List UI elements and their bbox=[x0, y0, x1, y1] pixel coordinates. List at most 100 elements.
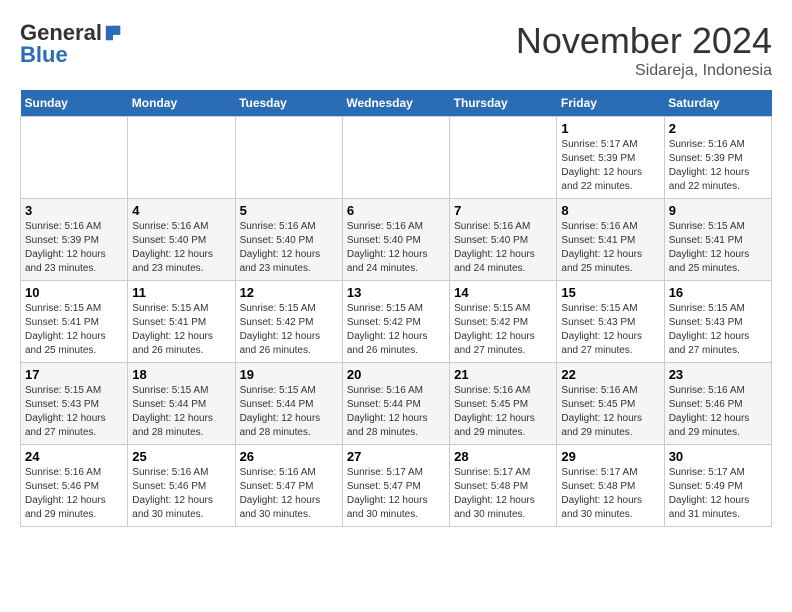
calendar-cell bbox=[235, 117, 342, 199]
calendar-cell: 12 Sunrise: 5:15 AM Sunset: 5:42 PM Dayli… bbox=[235, 281, 342, 363]
day-number: 9 bbox=[669, 203, 767, 218]
day-header-monday: Monday bbox=[128, 90, 235, 117]
calendar-cell: 21 Sunrise: 5:16 AM Sunset: 5:45 PM Dayli… bbox=[450, 363, 557, 445]
day-info: Sunrise: 5:17 AM Sunset: 5:39 PM Dayligh… bbox=[561, 138, 659, 194]
calendar-cell bbox=[342, 117, 449, 199]
day-number: 19 bbox=[240, 367, 338, 382]
calendar-cell: 30 Sunrise: 5:17 AM Sunset: 5:49 PM Dayli… bbox=[664, 445, 771, 527]
month-title: November 2024 bbox=[516, 20, 772, 62]
logo: General Blue bbox=[20, 20, 122, 68]
day-number: 6 bbox=[347, 203, 445, 218]
week-row-1: 1Sunrise: 5:17 AM Sunset: 5:39 PM Daylig… bbox=[21, 117, 772, 199]
calendar-cell bbox=[128, 117, 235, 199]
day-number: 5 bbox=[240, 203, 338, 218]
day-number: 18 bbox=[132, 367, 230, 382]
day-number: 12 bbox=[240, 285, 338, 300]
day-info: Sunrise: 5:15 AM Sunset: 5:42 PM Dayligh… bbox=[454, 302, 552, 358]
calendar-cell: 27 Sunrise: 5:17 AM Sunset: 5:47 PM Dayli… bbox=[342, 445, 449, 527]
day-number: 7 bbox=[454, 203, 552, 218]
week-row-3: 10Sunrise: 5:15 AM Sunset: 5:41 PM Dayli… bbox=[21, 281, 772, 363]
day-header-friday: Friday bbox=[557, 90, 664, 117]
day-number: 23 bbox=[669, 367, 767, 382]
day-number: 17 bbox=[25, 367, 123, 382]
day-number: 4 bbox=[132, 203, 230, 218]
title-block: November 2024 Sidareja, Indonesia bbox=[516, 20, 772, 80]
day-info: Sunrise: 5:16 AM Sunset: 5:39 PM Dayligh… bbox=[669, 138, 767, 194]
day-info: Sunrise: 5:15 AM Sunset: 5:44 PM Dayligh… bbox=[240, 384, 338, 440]
calendar-cell: 2 Sunrise: 5:16 AM Sunset: 5:39 PM Daylig… bbox=[664, 117, 771, 199]
day-info: Sunrise: 5:17 AM Sunset: 5:47 PM Dayligh… bbox=[347, 466, 445, 522]
calendar-cell: 24 Sunrise: 5:16 AM Sunset: 5:46 PM Dayli… bbox=[21, 445, 128, 527]
day-info: Sunrise: 5:16 AM Sunset: 5:46 PM Dayligh… bbox=[25, 466, 123, 522]
logo-blue-text: Blue bbox=[20, 42, 68, 67]
header-row: SundayMondayTuesdayWednesdayThursdayFrid… bbox=[21, 90, 772, 117]
day-info: Sunrise: 5:16 AM Sunset: 5:41 PM Dayligh… bbox=[561, 220, 659, 276]
calendar-cell: 28Sunrise: 5:17 AM Sunset: 5:48 PM Dayli… bbox=[450, 445, 557, 527]
day-header-tuesday: Tuesday bbox=[235, 90, 342, 117]
day-number: 29 bbox=[561, 449, 659, 464]
calendar-cell: 29 Sunrise: 5:17 AM Sunset: 5:48 PM Dayli… bbox=[557, 445, 664, 527]
day-number: 21 bbox=[454, 367, 552, 382]
day-header-saturday: Saturday bbox=[664, 90, 771, 117]
day-info: Sunrise: 5:16 AM Sunset: 5:44 PM Dayligh… bbox=[347, 384, 445, 440]
calendar-cell: 23 Sunrise: 5:16 AM Sunset: 5:46 PM Dayli… bbox=[664, 363, 771, 445]
calendar-cell: 9 Sunrise: 5:15 AM Sunset: 5:41 PM Daylig… bbox=[664, 199, 771, 281]
day-info: Sunrise: 5:15 AM Sunset: 5:41 PM Dayligh… bbox=[25, 302, 123, 358]
day-info: Sunrise: 5:15 AM Sunset: 5:44 PM Dayligh… bbox=[132, 384, 230, 440]
location-text: Sidareja, Indonesia bbox=[516, 62, 772, 80]
day-header-wednesday: Wednesday bbox=[342, 90, 449, 117]
calendar-cell: 6 Sunrise: 5:16 AM Sunset: 5:40 PM Daylig… bbox=[342, 199, 449, 281]
day-number: 3 bbox=[25, 203, 123, 218]
day-number: 24 bbox=[25, 449, 123, 464]
calendar-cell: 8 Sunrise: 5:16 AM Sunset: 5:41 PM Daylig… bbox=[557, 199, 664, 281]
calendar-cell: 16Sunrise: 5:15 AM Sunset: 5:43 PM Dayli… bbox=[664, 281, 771, 363]
week-row-2: 3Sunrise: 5:16 AM Sunset: 5:39 PM Daylig… bbox=[21, 199, 772, 281]
day-info: Sunrise: 5:17 AM Sunset: 5:49 PM Dayligh… bbox=[669, 466, 767, 522]
calendar-cell: 25 Sunrise: 5:16 AM Sunset: 5:46 PM Dayli… bbox=[128, 445, 235, 527]
day-info: Sunrise: 5:16 AM Sunset: 5:40 PM Dayligh… bbox=[240, 220, 338, 276]
day-info: Sunrise: 5:15 AM Sunset: 5:43 PM Dayligh… bbox=[669, 302, 767, 358]
day-info: Sunrise: 5:17 AM Sunset: 5:48 PM Dayligh… bbox=[454, 466, 552, 522]
day-number: 30 bbox=[669, 449, 767, 464]
day-info: Sunrise: 5:15 AM Sunset: 5:42 PM Dayligh… bbox=[347, 302, 445, 358]
calendar-cell: 10Sunrise: 5:15 AM Sunset: 5:41 PM Dayli… bbox=[21, 281, 128, 363]
calendar-cell: 20 Sunrise: 5:16 AM Sunset: 5:44 PM Dayli… bbox=[342, 363, 449, 445]
calendar-cell: 5 Sunrise: 5:16 AM Sunset: 5:40 PM Daylig… bbox=[235, 199, 342, 281]
calendar-cell: 15Sunrise: 5:15 AM Sunset: 5:43 PM Dayli… bbox=[557, 281, 664, 363]
day-header-thursday: Thursday bbox=[450, 90, 557, 117]
day-number: 22 bbox=[561, 367, 659, 382]
week-row-5: 24 Sunrise: 5:16 AM Sunset: 5:46 PM Dayli… bbox=[21, 445, 772, 527]
day-info: Sunrise: 5:16 AM Sunset: 5:40 PM Dayligh… bbox=[132, 220, 230, 276]
calendar-cell bbox=[21, 117, 128, 199]
day-info: Sunrise: 5:16 AM Sunset: 5:46 PM Dayligh… bbox=[669, 384, 767, 440]
day-info: Sunrise: 5:17 AM Sunset: 5:48 PM Dayligh… bbox=[561, 466, 659, 522]
day-header-sunday: Sunday bbox=[21, 90, 128, 117]
day-info: Sunrise: 5:15 AM Sunset: 5:41 PM Dayligh… bbox=[669, 220, 767, 276]
day-info: Sunrise: 5:15 AM Sunset: 5:43 PM Dayligh… bbox=[25, 384, 123, 440]
day-number: 20 bbox=[347, 367, 445, 382]
day-number: 8 bbox=[561, 203, 659, 218]
day-number: 15 bbox=[561, 285, 659, 300]
day-info: Sunrise: 5:16 AM Sunset: 5:45 PM Dayligh… bbox=[454, 384, 552, 440]
day-number: 14 bbox=[454, 285, 552, 300]
day-number: 13 bbox=[347, 285, 445, 300]
calendar-cell: 7Sunrise: 5:16 AM Sunset: 5:40 PM Daylig… bbox=[450, 199, 557, 281]
day-info: Sunrise: 5:16 AM Sunset: 5:46 PM Dayligh… bbox=[132, 466, 230, 522]
day-number: 27 bbox=[347, 449, 445, 464]
day-info: Sunrise: 5:16 AM Sunset: 5:45 PM Dayligh… bbox=[561, 384, 659, 440]
calendar-cell: 11Sunrise: 5:15 AM Sunset: 5:41 PM Dayli… bbox=[128, 281, 235, 363]
calendar-cell: 22 Sunrise: 5:16 AM Sunset: 5:45 PM Dayli… bbox=[557, 363, 664, 445]
logo-flag-icon bbox=[104, 24, 122, 42]
calendar-cell bbox=[450, 117, 557, 199]
day-info: Sunrise: 5:15 AM Sunset: 5:42 PM Dayligh… bbox=[240, 302, 338, 358]
page-header: General Blue November 2024 Sidareja, Ind… bbox=[20, 20, 772, 80]
calendar-cell: 26 Sunrise: 5:16 AM Sunset: 5:47 PM Dayli… bbox=[235, 445, 342, 527]
day-number: 25 bbox=[132, 449, 230, 464]
day-info: Sunrise: 5:16 AM Sunset: 5:40 PM Dayligh… bbox=[347, 220, 445, 276]
day-number: 26 bbox=[240, 449, 338, 464]
day-info: Sunrise: 5:16 AM Sunset: 5:47 PM Dayligh… bbox=[240, 466, 338, 522]
calendar-cell: 13 Sunrise: 5:15 AM Sunset: 5:42 PM Dayli… bbox=[342, 281, 449, 363]
day-number: 11 bbox=[132, 285, 230, 300]
calendar-cell: 3Sunrise: 5:16 AM Sunset: 5:39 PM Daylig… bbox=[21, 199, 128, 281]
day-number: 2 bbox=[669, 121, 767, 136]
